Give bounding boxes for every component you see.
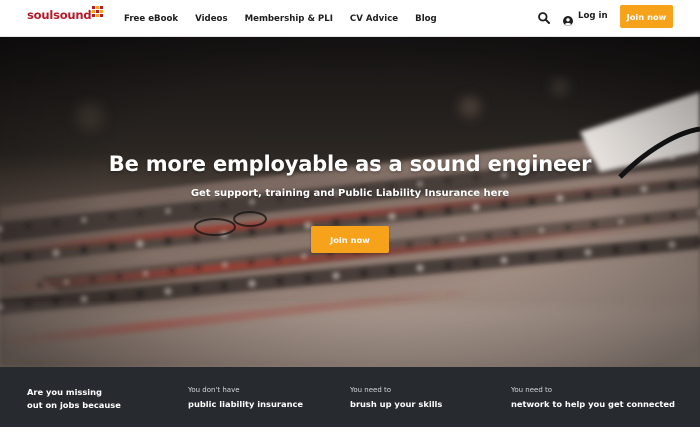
site-header: soulsound Free eBook Videos Membership &… bbox=[0, 0, 700, 37]
strip-item-insurance[interactable]: You don't have public liability insuranc… bbox=[188, 385, 303, 411]
search-icon[interactable] bbox=[537, 10, 551, 24]
nav-item-blog[interactable]: Blog bbox=[415, 14, 437, 24]
strip-item-network[interactable]: You need to network to help you get conn… bbox=[511, 385, 675, 411]
strip-intro: Are you missing out on jobs because bbox=[27, 386, 121, 411]
strip-item-text: brush up your skills bbox=[350, 399, 443, 409]
hero-subtitle: Get support, training and Public Liabili… bbox=[190, 188, 510, 199]
hero-section: Be more employable as a sound engineer G… bbox=[0, 37, 700, 367]
strip-item-kicker: You need to bbox=[350, 386, 392, 394]
strip-item-text: network to help you get connected bbox=[511, 399, 675, 409]
logo-mark-icon bbox=[92, 6, 104, 17]
strip-item-text: public liability insurance bbox=[188, 399, 304, 409]
login-link[interactable]: Log in bbox=[563, 11, 608, 26]
strip-intro-line-1: Are you missing bbox=[27, 387, 102, 397]
strip-item-kicker: You don't have bbox=[188, 386, 240, 394]
strip-item-kicker: You need to bbox=[511, 386, 553, 394]
logo[interactable]: soulsound bbox=[27, 6, 104, 24]
nav-item-membership-pli[interactable]: Membership & PLI bbox=[245, 14, 333, 24]
join-now-button-hero[interactable]: Join now bbox=[311, 226, 389, 253]
strip-intro-line-2: out on jobs because bbox=[27, 399, 121, 410]
page-below-fold bbox=[0, 427, 700, 441]
login-label: Log in bbox=[578, 11, 608, 21]
logo-text: soulsound bbox=[27, 8, 92, 22]
nav-item-free-ebook[interactable]: Free eBook bbox=[124, 14, 178, 24]
strip-item-skills[interactable]: You need to brush up your skills bbox=[350, 385, 442, 411]
nav-item-videos[interactable]: Videos bbox=[195, 14, 227, 24]
join-now-button-header[interactable]: Join now bbox=[620, 5, 673, 28]
hero-background-image bbox=[0, 37, 700, 367]
reasons-strip: Are you missing out on jobs because You … bbox=[0, 367, 700, 427]
hero-title: Be more employable as a sound engineer bbox=[108, 152, 592, 176]
main-nav: Free eBook Videos Membership & PLI CV Ad… bbox=[124, 0, 454, 37]
nav-item-cv-advice[interactable]: CV Advice bbox=[350, 14, 398, 24]
user-circle-icon bbox=[563, 11, 573, 26]
